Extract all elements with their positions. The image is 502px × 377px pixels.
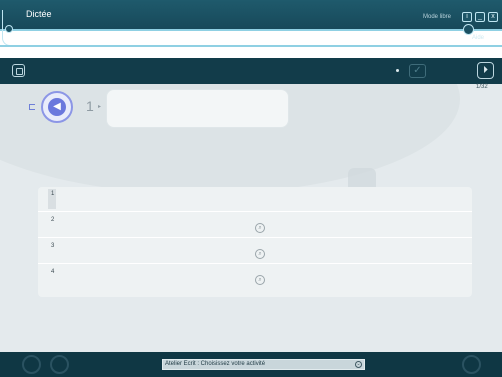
mode-label: Mode libre [423, 14, 452, 20]
footer-bar: Atelier Ecrit : Choisissez votre activit… [0, 352, 502, 377]
header-divider [0, 45, 502, 47]
settings-ring-icon[interactable] [462, 355, 481, 374]
transcript-row[interactable]: 3 ⌕ [38, 239, 472, 264]
transcript-row[interactable]: 2 ⌕ [38, 213, 472, 238]
close-button[interactable]: x [488, 12, 498, 22]
help-link[interactable]: Aide [472, 35, 484, 41]
info-button[interactable]: i [462, 12, 472, 22]
bracket-icon [29, 104, 35, 110]
transcript-row[interactable]: 4 ⌕ [38, 265, 472, 290]
title-bar: Dictée Cliquez sur le haut-parleur, écou… [0, 0, 502, 48]
forward-ring-icon[interactable] [50, 355, 69, 374]
question-counter: 1/32 [476, 84, 488, 90]
transcript-panel: 1 2 ⌕ 3 ⌕ 4 ⌕ [38, 187, 472, 297]
row-number: 3 [51, 243, 55, 249]
validate-button[interactable]: ✓ [409, 64, 426, 78]
minimize-button[interactable]: _ [475, 12, 485, 22]
instruction-text: Cliquez sur le haut-parleur, écoutez pui… [26, 35, 165, 42]
stop-icon[interactable] [12, 64, 25, 77]
activity-select[interactable]: Atelier Ecrit : Choisissez votre activit… [162, 359, 365, 370]
row-number: 4 [51, 269, 55, 275]
activity-select-value: Atelier Ecrit : Choisissez votre activit… [165, 361, 266, 367]
transcript-row[interactable]: 1 [38, 187, 472, 212]
app-title: Dictée [26, 9, 52, 19]
back-ring-icon[interactable] [22, 355, 41, 374]
speaker-icon: ◀ [48, 98, 66, 116]
magnifier-icon[interactable]: ⌕ [255, 249, 265, 259]
status-dot [396, 69, 399, 72]
row-number: 1 [51, 191, 55, 197]
pointer-icon: ▸ [98, 104, 102, 110]
toolbar: ✓ ⏵ [0, 58, 502, 84]
answer-input[interactable] [106, 89, 289, 128]
row-number: 2 [51, 217, 55, 223]
magnifier-icon[interactable]: ⌕ [255, 223, 265, 233]
next-button[interactable]: ⏵ [477, 62, 494, 79]
magnifier-icon[interactable]: ⌕ [255, 275, 265, 285]
exercise-number: 1 [86, 98, 94, 114]
chevron-down-icon[interactable]: ⌄ [355, 361, 362, 368]
speaker-button[interactable]: ◀ [41, 91, 73, 123]
title-node-icon [5, 25, 13, 33]
help-knob-icon[interactable] [463, 24, 474, 35]
